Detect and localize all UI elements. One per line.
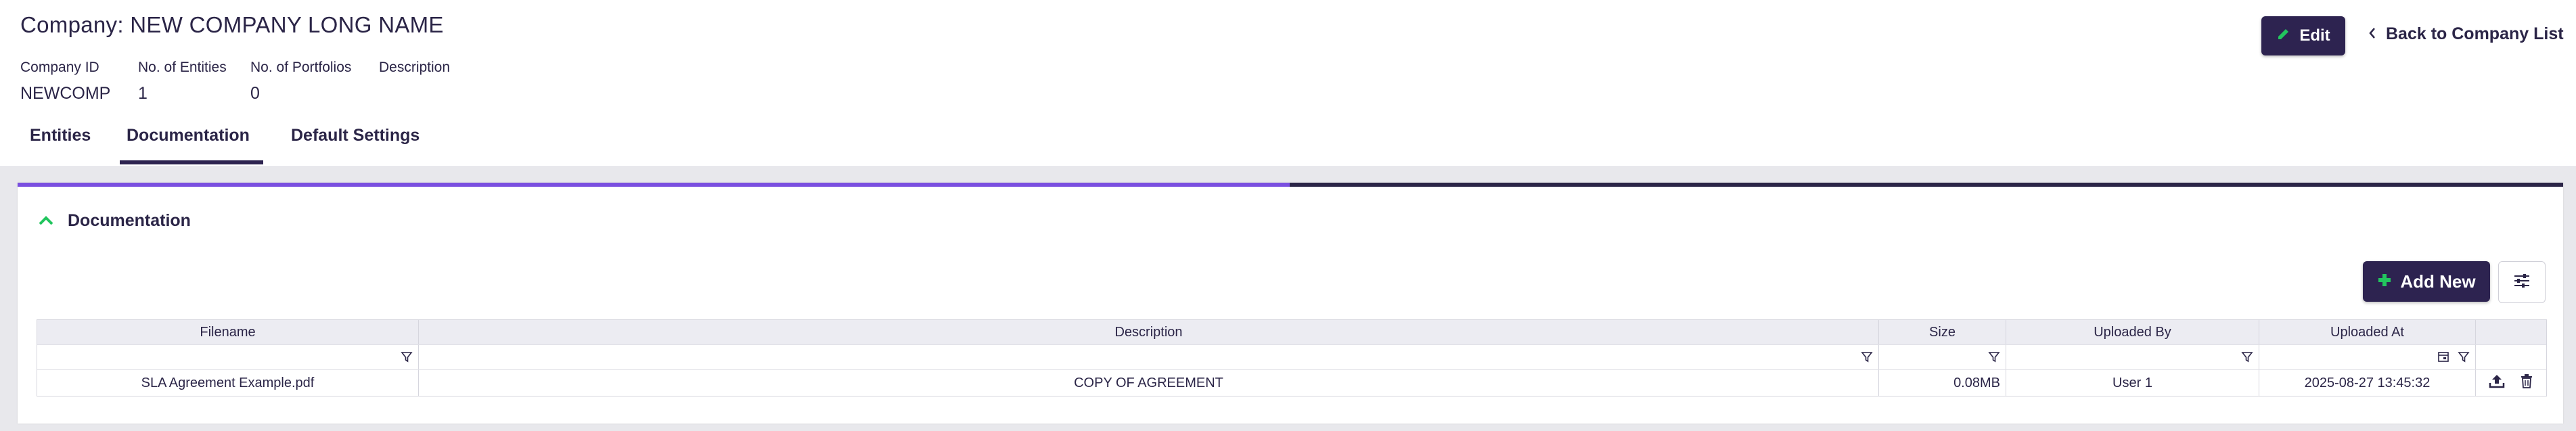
filter-cell-uploaded-at[interactable]	[2259, 345, 2476, 369]
panel-top-accent	[1290, 183, 2563, 187]
filter-cell-description[interactable]	[419, 345, 1879, 369]
back-link-label: Back to Company List	[2386, 24, 2564, 43]
filter-icon[interactable]	[1861, 350, 1873, 367]
entities-count-value: 1	[138, 84, 148, 103]
back-to-company-list-link[interactable]: Back to Company List	[2368, 24, 2564, 44]
tab-default-settings[interactable]: Default Settings	[291, 126, 420, 145]
entities-count-label: No. of Entities	[138, 60, 227, 75]
column-header-size[interactable]: Size	[1879, 320, 2006, 344]
description-label: Description	[379, 60, 451, 75]
edit-button[interactable]: Edit	[2261, 16, 2345, 55]
documents-table: Filename Description Size Uploaded By Up…	[37, 319, 2547, 396]
filter-icon[interactable]	[401, 350, 413, 367]
add-new-button[interactable]: Add New	[2363, 261, 2490, 302]
edit-button-label: Edit	[2299, 26, 2330, 45]
cell-size: 0.08MB	[1879, 370, 2006, 396]
page-header: Company: NEW COMPANY LONG NAME Company I…	[0, 0, 2576, 167]
table-header-row: Filename Description Size Uploaded By Up…	[37, 320, 2546, 344]
column-header-description[interactable]: Description	[419, 320, 1879, 344]
section-header[interactable]: Documentation	[38, 211, 191, 231]
table-filter-row	[37, 344, 2546, 369]
table-row[interactable]: SLA Agreement Example.pdf COPY OF AGREEM…	[37, 369, 2546, 396]
trash-icon[interactable]	[2520, 373, 2533, 392]
column-header-actions	[2476, 320, 2546, 344]
filter-icon[interactable]	[1988, 350, 2000, 367]
company-id-label: Company ID	[20, 60, 99, 75]
section-title: Documentation	[68, 211, 191, 230]
filter-cell-uploaded-by[interactable]	[2006, 345, 2259, 369]
documentation-panel: Documentation Add New Filename Descripti…	[18, 183, 2563, 424]
filter-icon[interactable]	[2458, 350, 2470, 367]
chevron-left-icon	[2368, 24, 2376, 44]
cell-description: COPY OF AGREEMENT	[419, 370, 1879, 396]
cell-uploaded-by: User 1	[2006, 370, 2259, 396]
filter-cell-filename[interactable]	[37, 345, 419, 369]
filter-cell-actions	[2476, 345, 2546, 369]
page-title: Company: NEW COMPANY LONG NAME	[20, 12, 444, 37]
tab-entities[interactable]: Entities	[30, 126, 91, 145]
plus-icon	[2377, 271, 2392, 292]
filter-icon[interactable]	[2241, 350, 2253, 367]
chevron-up-icon[interactable]	[38, 211, 54, 231]
column-header-filename[interactable]: Filename	[37, 320, 419, 344]
add-new-label: Add New	[2400, 271, 2476, 292]
sliders-icon	[2513, 273, 2531, 292]
cell-filename: SLA Agreement Example.pdf	[37, 370, 419, 396]
calendar-icon[interactable]	[2437, 350, 2449, 367]
upload-icon[interactable]	[2489, 373, 2505, 392]
active-tab-indicator	[120, 160, 263, 164]
portfolios-count-label: No. of Portfolios	[250, 60, 352, 75]
portfolios-count-value: 0	[250, 84, 260, 103]
column-settings-button[interactable]	[2498, 261, 2546, 303]
cell-actions	[2476, 370, 2546, 396]
tab-documentation[interactable]: Documentation	[127, 126, 250, 145]
column-header-uploaded-at[interactable]: Uploaded At	[2259, 320, 2476, 344]
company-id-value: NEWCOMP	[20, 84, 111, 103]
filter-cell-size[interactable]	[1879, 345, 2006, 369]
cell-uploaded-at: 2025-08-27 13:45:32	[2259, 370, 2476, 396]
pencil-icon	[2276, 26, 2291, 46]
column-header-uploaded-by[interactable]: Uploaded By	[2006, 320, 2259, 344]
